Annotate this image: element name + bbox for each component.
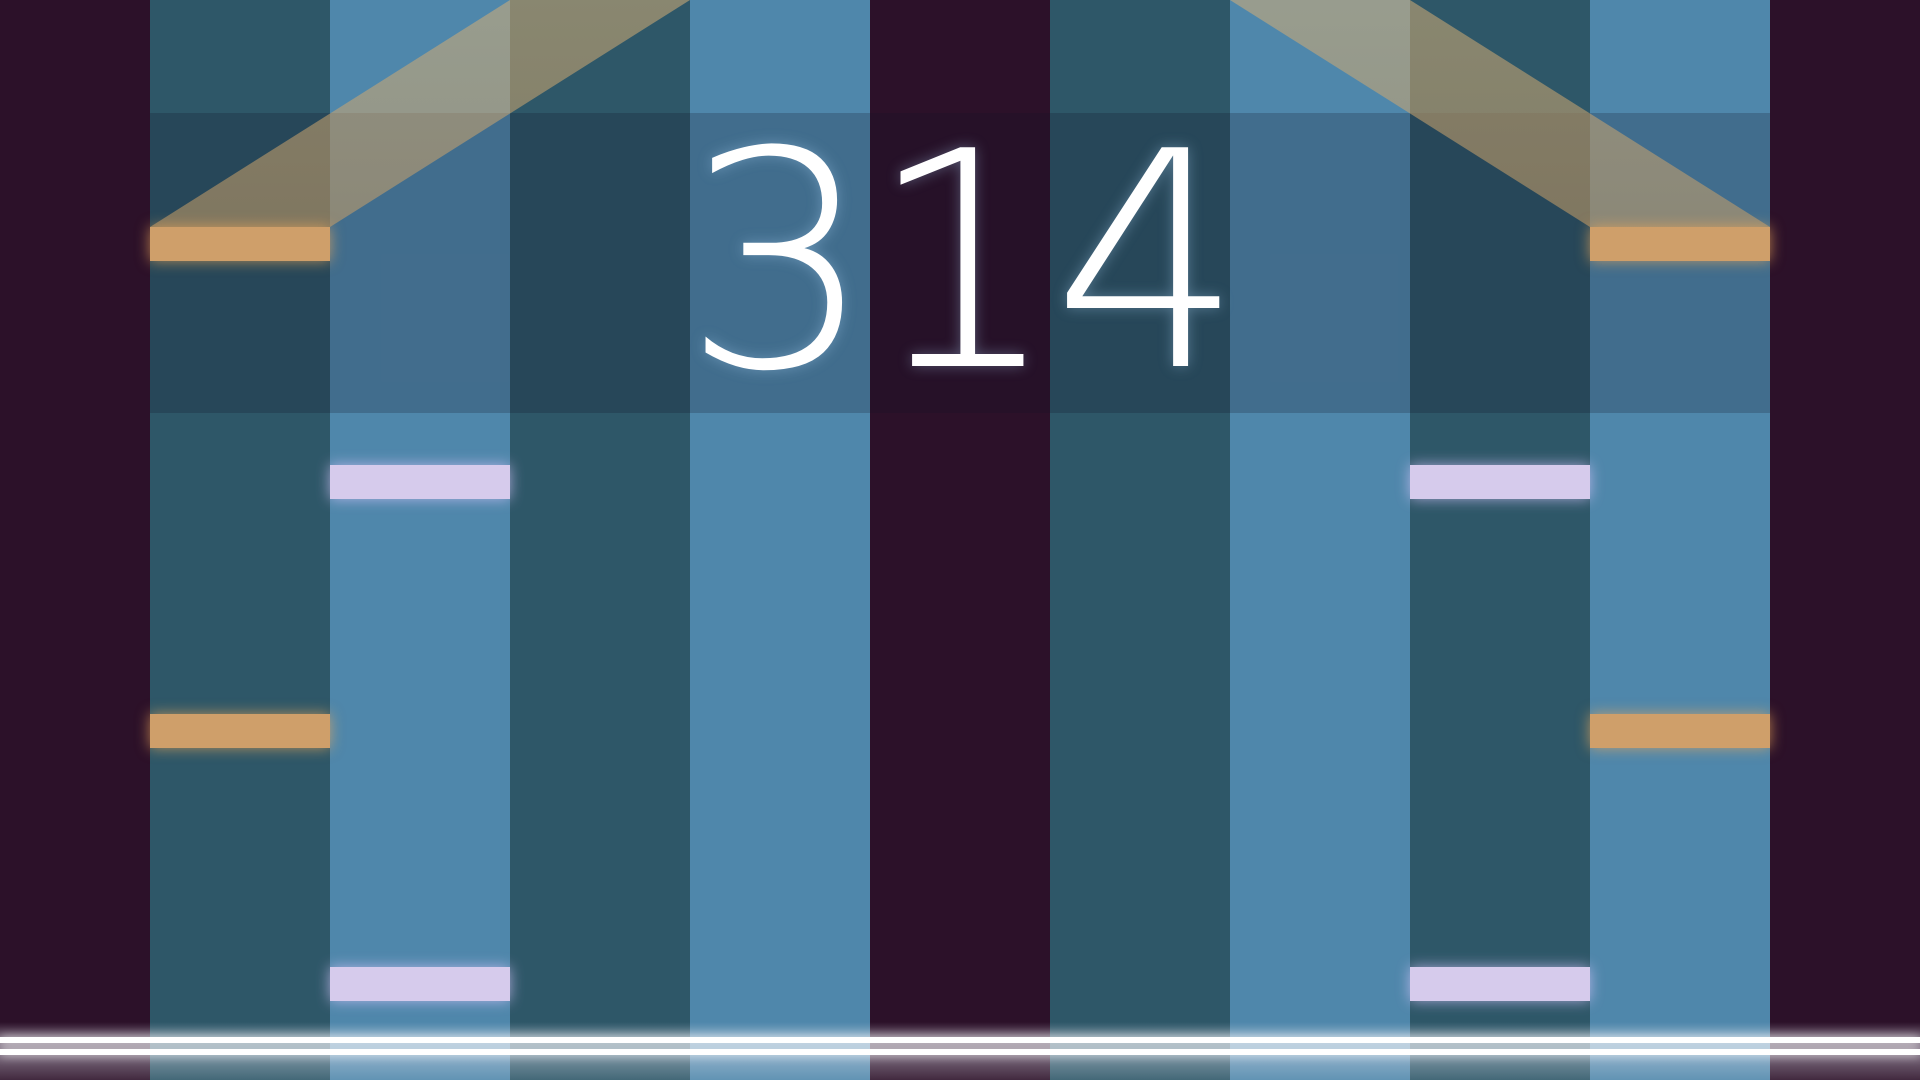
falling-tile[interactable] [330,465,510,499]
falling-tile[interactable] [1410,967,1590,1001]
falling-tile[interactable] [330,967,510,1001]
falling-tile[interactable] [150,714,330,748]
falling-tile[interactable] [1410,465,1590,499]
game-stage[interactable]: 314 [0,0,1920,1080]
hit-line-upper [0,1037,1920,1043]
score-counter: 314 [682,88,1244,437]
falling-tile[interactable] [1590,714,1770,748]
hit-line-lower [0,1049,1920,1055]
falling-tile[interactable] [150,227,330,261]
falling-tile[interactable] [1590,227,1770,261]
